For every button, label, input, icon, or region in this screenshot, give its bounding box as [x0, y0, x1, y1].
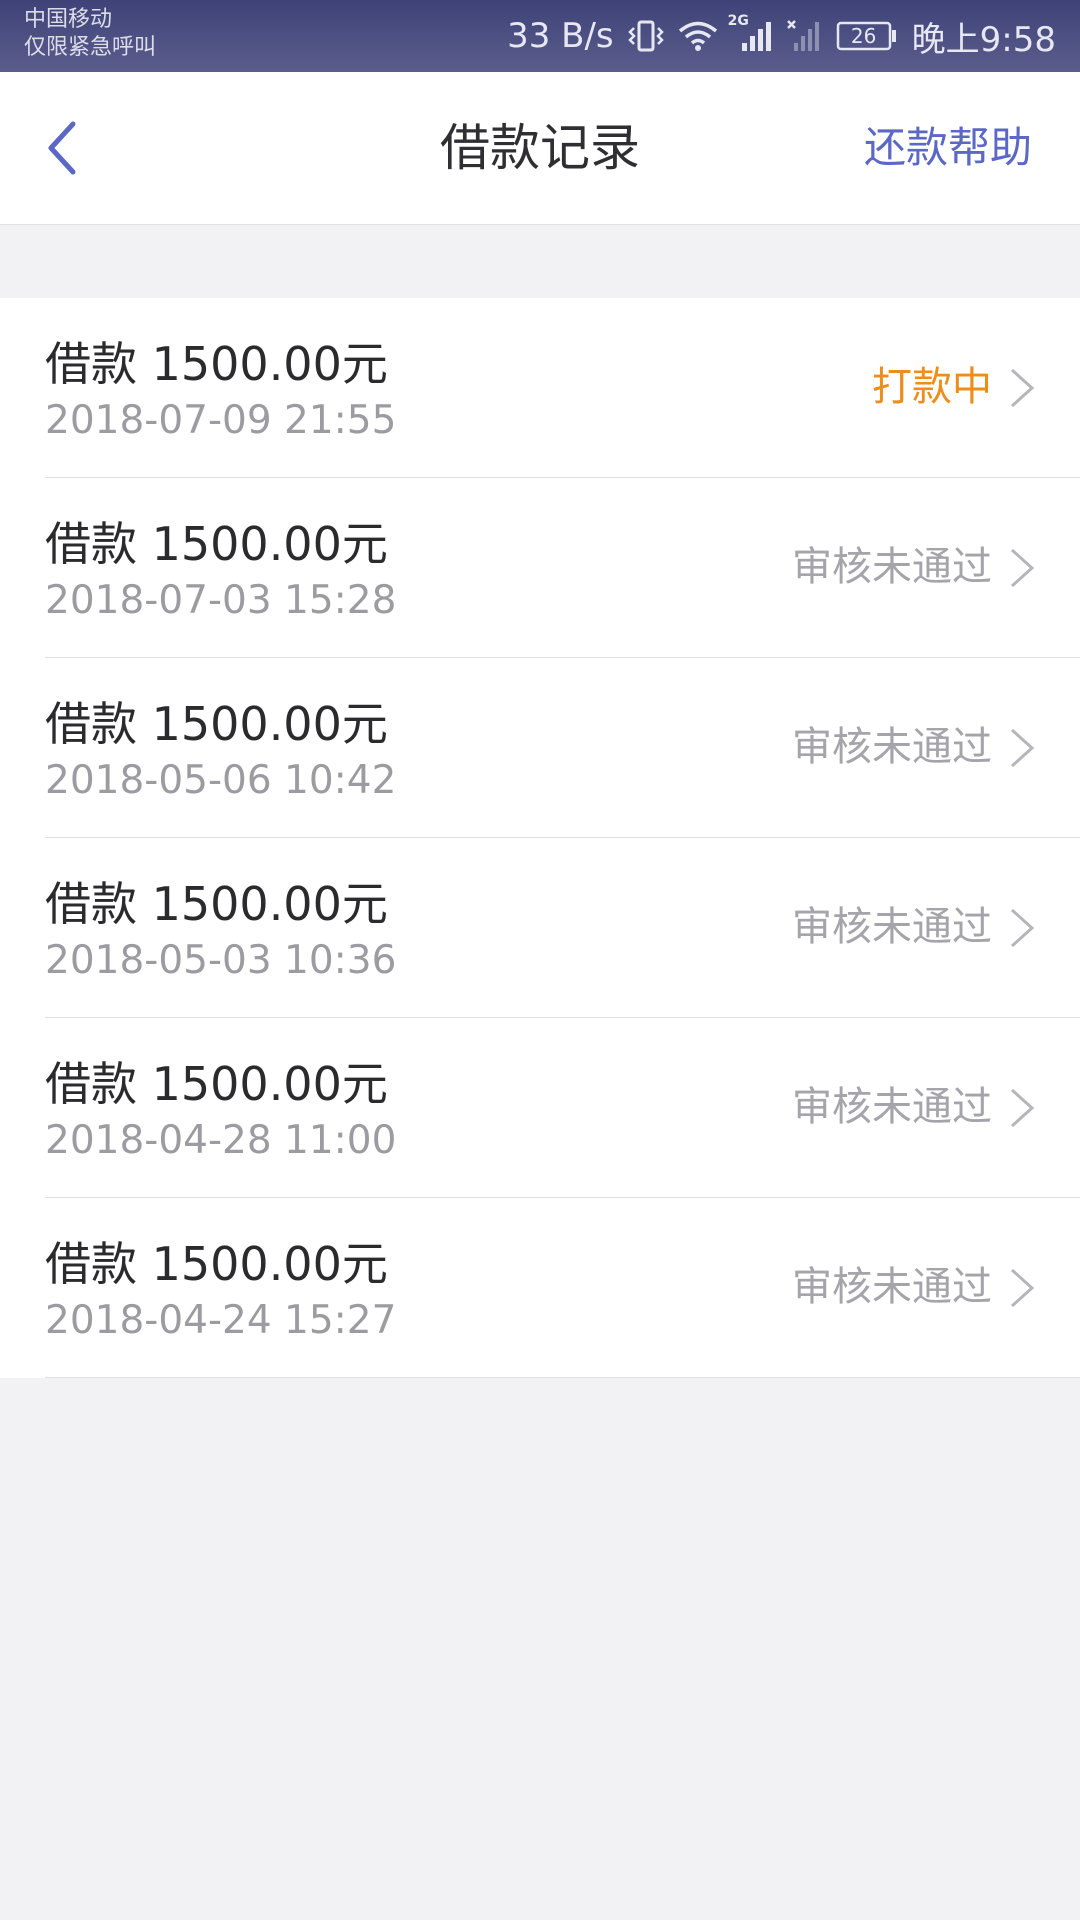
- loan-status: 打款中: [872, 364, 992, 410]
- loan-amount: 借款 1500.00元: [45, 337, 388, 391]
- clock: 晚上9:58: [911, 19, 1056, 60]
- loan-time: 2018-04-28 11:00: [45, 1118, 397, 1163]
- loan-status: 审核未通过: [792, 1084, 992, 1130]
- loan-time: 2018-04-24 15:27: [45, 1298, 397, 1343]
- loan-records-screen: 中国移动 仅限紧急呼叫 33 B/s 2G 26 晚上9:58 借款记录 还款帮…: [0, 0, 1080, 1920]
- loan-time: 2018-05-03 10:36: [45, 938, 397, 983]
- loan-amount: 借款 1500.00元: [45, 1057, 388, 1111]
- loan-amount: 借款 1500.00元: [45, 517, 388, 571]
- loan-record-row[interactable]: 借款 1500.00元 2018-07-03 15:28 审核未通过: [0, 478, 1080, 658]
- loan-status: 审核未通过: [792, 1264, 992, 1310]
- chevron-right-icon: [1010, 548, 1035, 588]
- network-type-label: 2G: [727, 13, 749, 29]
- carrier-name: 中国移动: [24, 7, 113, 32]
- carrier-info: 中国移动 仅限紧急呼叫: [24, 6, 156, 62]
- loan-time: 2018-05-06 10:42: [45, 758, 397, 803]
- repayment-help-link[interactable]: 还款帮助: [864, 122, 1032, 174]
- status-bar: 中国移动 仅限紧急呼叫 33 B/s 2G 26 晚上9:58: [0, 0, 1080, 72]
- net-speed: 33 B/s: [507, 16, 614, 56]
- chevron-right-icon: [1010, 728, 1035, 768]
- loan-amount: 借款 1500.00元: [45, 877, 388, 931]
- battery-level: 26: [850, 24, 877, 48]
- status-indicators: 33 B/s 2G 26 晚上9:58: [493, 0, 1056, 72]
- battery-icon: 26: [836, 20, 898, 52]
- loan-record-row[interactable]: 借款 1500.00元 2018-04-24 15:27 审核未通过: [0, 1198, 1080, 1378]
- vibrate-icon: [627, 19, 664, 53]
- loan-time: 2018-07-09 21:55: [45, 398, 397, 443]
- chevron-right-icon: [1010, 1268, 1035, 1308]
- no-signal-icon: [786, 19, 822, 53]
- loan-amount: 借款 1500.00元: [45, 697, 388, 751]
- header: 借款记录 还款帮助: [0, 72, 1080, 225]
- loan-time: 2018-07-03 15:28: [45, 578, 397, 623]
- emergency-calls-only: 仅限紧急呼叫: [24, 35, 157, 60]
- loan-record-row[interactable]: 借款 1500.00元 2018-07-09 21:55 打款中: [0, 298, 1080, 478]
- signal-icon: 2G: [728, 13, 772, 53]
- loan-amount: 借款 1500.00元: [45, 1237, 388, 1291]
- loan-record-list: 借款 1500.00元 2018-07-09 21:55 打款中 借款 1500…: [0, 298, 1080, 1378]
- loan-record-row[interactable]: 借款 1500.00元 2018-05-03 10:36 审核未通过: [0, 838, 1080, 1018]
- loan-status: 审核未通过: [792, 904, 992, 950]
- loan-record-row[interactable]: 借款 1500.00元 2018-04-28 11:00 审核未通过: [0, 1018, 1080, 1198]
- loan-status: 审核未通过: [792, 724, 992, 770]
- chevron-right-icon: [1010, 1088, 1035, 1128]
- chevron-right-icon: [1010, 368, 1035, 408]
- chevron-right-icon: [1010, 908, 1035, 948]
- wifi-icon: [678, 20, 718, 52]
- loan-status: 审核未通过: [792, 544, 992, 590]
- loan-record-row[interactable]: 借款 1500.00元 2018-05-06 10:42 审核未通过: [0, 658, 1080, 838]
